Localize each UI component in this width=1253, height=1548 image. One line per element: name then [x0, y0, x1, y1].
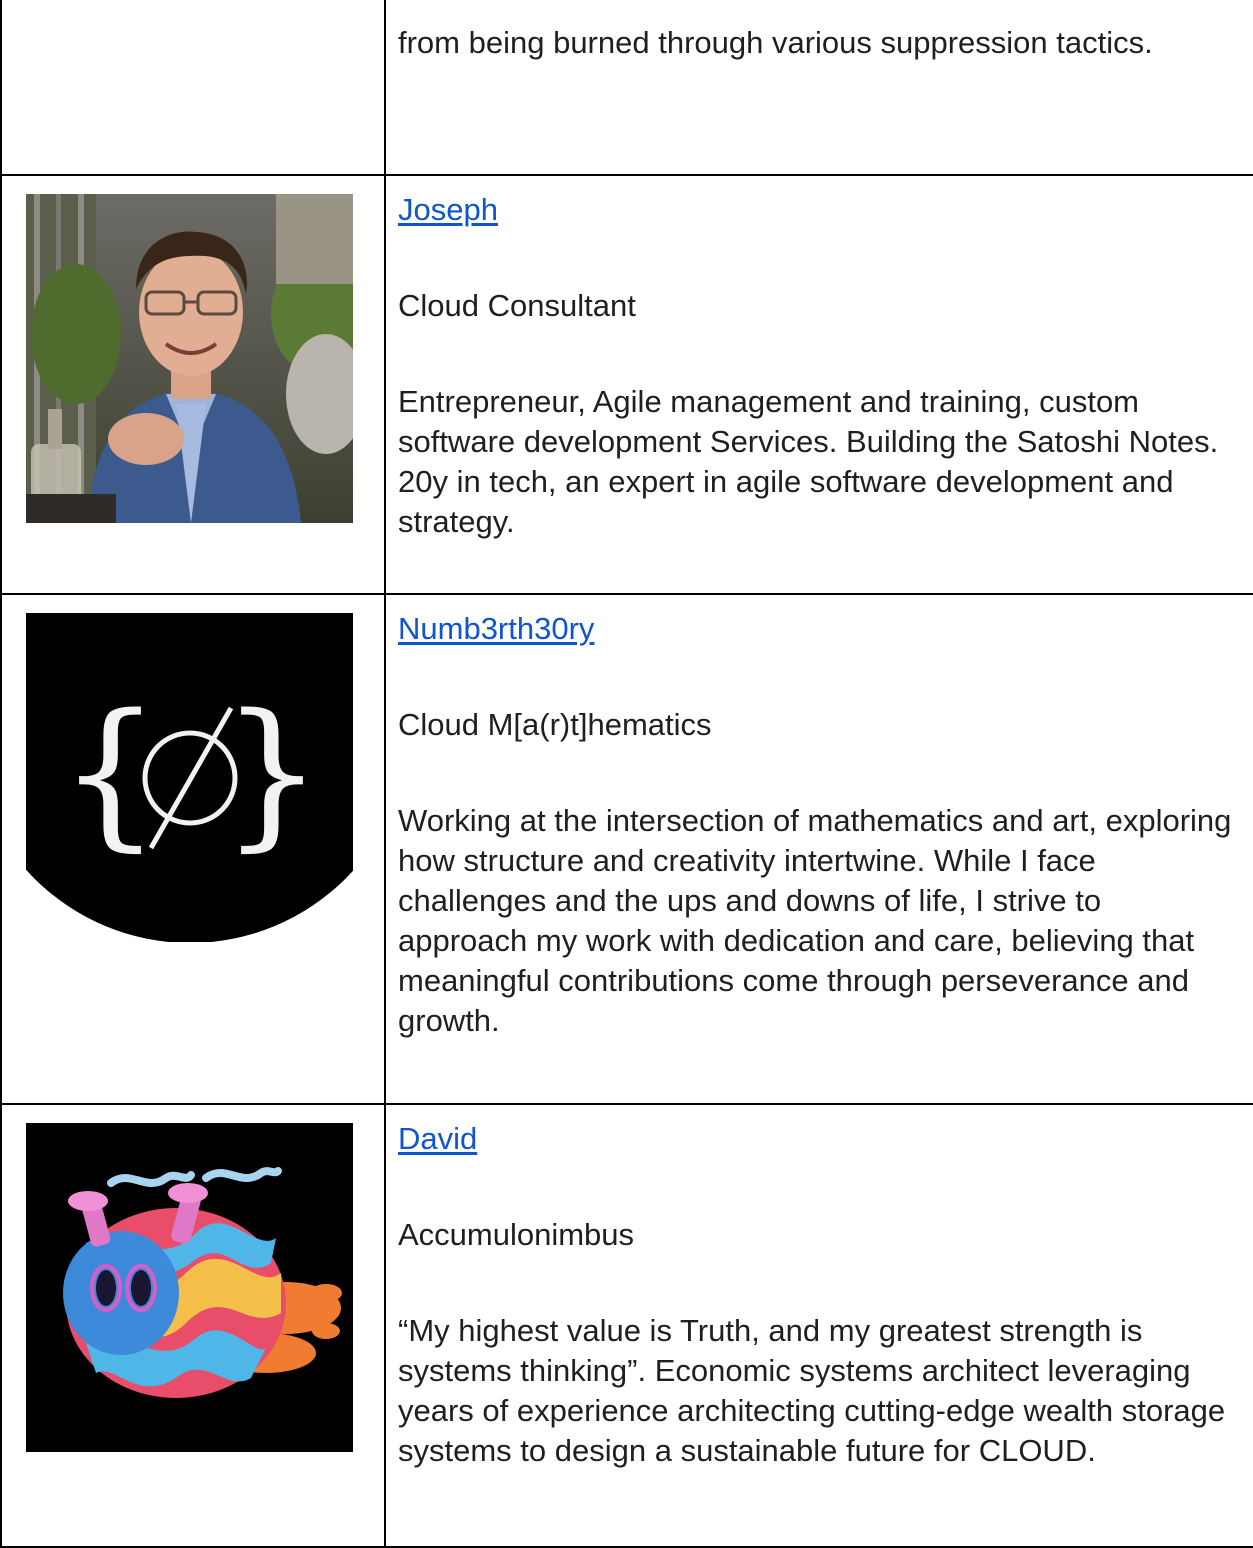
team-table: from being burned through various suppre…: [0, 0, 1253, 1548]
member-name-link[interactable]: Joseph: [398, 192, 498, 227]
text-cell: David Accumulonimbus “My highest value i…: [384, 1103, 1253, 1548]
image-cell: [0, 1103, 386, 1548]
continued-text: from being burned through various suppre…: [398, 25, 1153, 60]
member-role: Cloud M[a(r)t]hematics: [398, 707, 712, 742]
text-cell: from being burned through various suppre…: [384, 0, 1253, 176]
table-row: from being burned through various suppre…: [0, 0, 1253, 176]
member-bio: Working at the intersection of mathemati…: [398, 803, 1232, 1038]
member-name-link[interactable]: David: [398, 1121, 477, 1156]
text-cell: Joseph Cloud Consultant Entrepreneur, Ag…: [384, 174, 1253, 595]
empty-set-logo-icon: { }: [26, 613, 353, 942]
empty-image-cell: [0, 0, 386, 176]
member-name-link[interactable]: Numb3rth30ry: [398, 611, 594, 646]
psychedelic-creature-art-icon: [26, 1123, 353, 1452]
table-row: { } Numb3rth30ry Cloud M[a(r)t]hematics …: [0, 593, 1253, 1105]
text-cell: Numb3rth30ry Cloud M[a(r)t]hematics Work…: [384, 593, 1253, 1105]
member-bio: “My highest value is Truth, and my great…: [398, 1313, 1226, 1468]
person-photo-icon: [26, 194, 353, 523]
image-cell: [0, 174, 386, 595]
table-row: David Accumulonimbus “My highest value i…: [0, 1103, 1253, 1548]
table-row: Joseph Cloud Consultant Entrepreneur, Ag…: [0, 174, 1253, 595]
member-role: Accumulonimbus: [398, 1217, 635, 1252]
member-role: Cloud Consultant: [398, 288, 636, 323]
image-cell: { }: [0, 593, 386, 1105]
member-bio: Entrepreneur, Agile management and train…: [398, 384, 1219, 539]
